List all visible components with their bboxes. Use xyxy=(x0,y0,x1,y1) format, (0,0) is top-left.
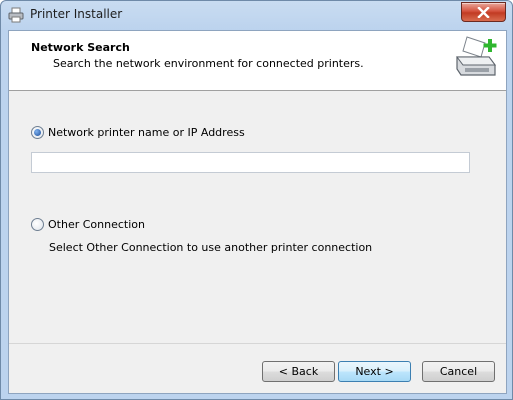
network-option[interactable]: Network printer name or IP Address xyxy=(31,126,245,139)
printer-add-icon xyxy=(453,35,501,83)
other-connection-label: Other Connection xyxy=(48,218,145,231)
footer-divider xyxy=(9,343,506,344)
dialog-client-area: Network Search Search the network enviro… xyxy=(8,30,507,394)
printer-app-icon xyxy=(8,7,24,23)
other-connection-radio[interactable] xyxy=(31,218,44,231)
close-icon xyxy=(477,7,490,18)
other-connection-help: Select Other Connection to use another p… xyxy=(49,241,373,254)
printer-address-input[interactable] xyxy=(31,152,470,173)
network-option-label: Network printer name or IP Address xyxy=(48,126,245,139)
next-button[interactable]: Next > xyxy=(338,361,411,382)
title-bar: Printer Installer xyxy=(1,1,512,30)
network-radio[interactable] xyxy=(31,126,44,139)
close-button[interactable] xyxy=(461,2,506,22)
back-button[interactable]: < Back xyxy=(262,361,335,382)
wizard-header: Network Search Search the network enviro… xyxy=(9,31,506,91)
window-title: Printer Installer xyxy=(30,7,123,21)
cancel-button[interactable]: Cancel xyxy=(422,361,495,382)
installer-window: Printer Installer Network Search Search … xyxy=(0,0,513,400)
page-subtitle: Search the network environment for conne… xyxy=(53,57,364,70)
page-title: Network Search xyxy=(31,41,130,54)
other-connection-option[interactable]: Other Connection xyxy=(31,218,145,231)
